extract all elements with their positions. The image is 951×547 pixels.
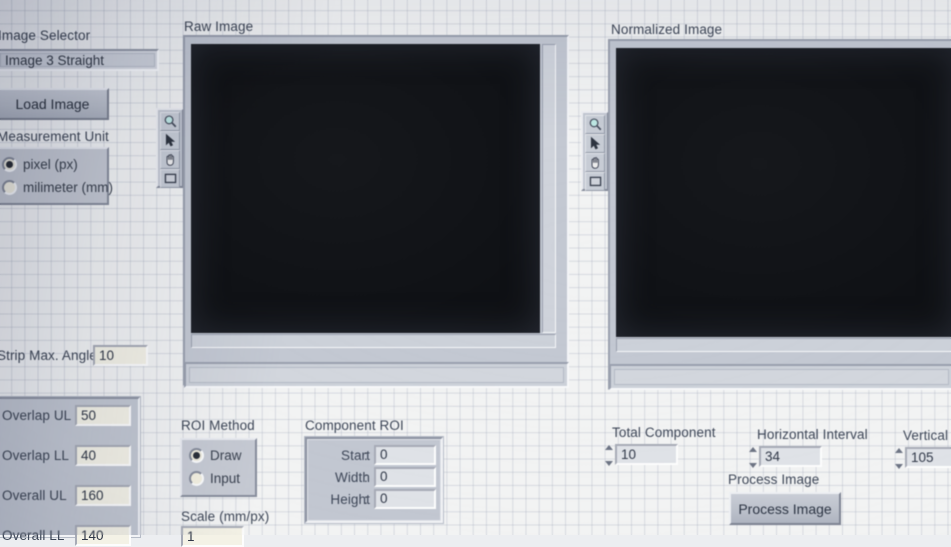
raw-image-label: Raw Image bbox=[184, 19, 254, 34]
load-image-button[interactable]: Load Image bbox=[0, 88, 109, 120]
separator-colon: : bbox=[364, 470, 368, 485]
overall-ll-label: Overall LL bbox=[2, 528, 65, 543]
component-roi-label: Component ROI bbox=[305, 418, 404, 433]
measurement-unit-group: pixel (px) milimeter (mm) bbox=[0, 147, 113, 205]
limits-cluster: Overlap UL 50 Overlap LL 40 Overall UL 1… bbox=[0, 396, 141, 546]
measurement-unit-label: Measurement Unit bbox=[0, 129, 109, 144]
raw-image-canvas[interactable] bbox=[191, 44, 540, 333]
front-panel: Image Selector Image 3 Straight Load Ima… bbox=[0, 0, 951, 547]
component-roi-height-field[interactable]: 0 bbox=[374, 489, 436, 509]
rectangle-roi-icon[interactable] bbox=[160, 169, 180, 188]
normalized-image-pan-scrollbar[interactable] bbox=[609, 364, 951, 390]
cursor-arrow-icon[interactable] bbox=[160, 131, 180, 150]
strip-max-angle-label: Strip Max. Angle bbox=[0, 348, 97, 363]
radio-indicator-on bbox=[189, 448, 204, 463]
vertical-interval-spinner[interactable] bbox=[894, 448, 903, 469]
normalized-image-horizontal-scrollbar[interactable] bbox=[616, 338, 951, 352]
raw-image-vertical-scrollbar[interactable] bbox=[542, 44, 556, 333]
vertical-interval-label: Vertical I bbox=[903, 428, 951, 443]
normalized-image-display[interactable] bbox=[608, 39, 951, 390]
total-component-spinner[interactable] bbox=[604, 445, 613, 466]
horizontal-interval-spinner[interactable] bbox=[748, 447, 757, 468]
overall-ul-field[interactable]: 160 bbox=[75, 485, 131, 506]
scale-label: Scale (mm/px) bbox=[181, 509, 270, 524]
scrollbar-track bbox=[189, 367, 564, 383]
total-component-field[interactable]: 10 bbox=[615, 444, 678, 465]
magnifier-icon[interactable] bbox=[160, 112, 180, 131]
process-image-label: Process Image bbox=[728, 472, 820, 487]
separator-colon: : bbox=[364, 492, 368, 507]
radio-milimeter-mm[interactable]: milimeter (mm) bbox=[2, 180, 113, 195]
component-roi-cluster: Start : 0 Width : 0 Height : 0 bbox=[304, 436, 444, 524]
pan-hand-icon[interactable] bbox=[585, 153, 605, 172]
raw-image-display[interactable] bbox=[183, 35, 569, 386]
normalized-image-canvas[interactable] bbox=[616, 48, 951, 337]
raw-image-pan-scrollbar[interactable] bbox=[184, 362, 569, 388]
horizontal-interval-field[interactable]: 34 bbox=[759, 446, 822, 467]
overlap-ll-label: Overlap LL bbox=[2, 448, 70, 463]
image-selector-label: Image Selector bbox=[0, 28, 91, 43]
raw-image-tool-palette[interactable] bbox=[156, 108, 184, 188]
radio-roi-draw[interactable]: Draw bbox=[189, 448, 242, 463]
roi-method-group: Draw Input bbox=[180, 438, 257, 497]
scale-field[interactable]: 1 bbox=[181, 526, 244, 547]
component-roi-start-field[interactable]: 0 bbox=[374, 445, 436, 465]
radio-label: milimeter (mm) bbox=[23, 180, 113, 195]
image-selector-value: Image 3 Straight bbox=[0, 53, 155, 68]
process-image-button[interactable]: Process Image bbox=[729, 492, 841, 525]
component-roi-height-label: Height bbox=[330, 492, 370, 507]
total-component-label: Total Component bbox=[612, 425, 716, 440]
radio-pixel-px[interactable]: pixel (px) bbox=[2, 157, 78, 172]
image-selector-combo[interactable]: Image 3 Straight bbox=[0, 49, 159, 71]
radio-roi-input[interactable]: Input bbox=[189, 471, 240, 486]
overlap-ul-field[interactable]: 50 bbox=[75, 405, 131, 426]
overlap-ll-field[interactable]: 40 bbox=[75, 445, 131, 466]
rectangle-roi-icon[interactable] bbox=[585, 172, 605, 191]
normalized-image-label: Normalized Image bbox=[611, 22, 723, 37]
component-roi-start-label: Start bbox=[340, 448, 370, 463]
scrollbar-track bbox=[614, 369, 949, 385]
radio-indicator-off bbox=[2, 180, 17, 195]
raw-image-horizontal-scrollbar[interactable] bbox=[191, 334, 556, 348]
vertical-interval-field[interactable]: 105 bbox=[905, 447, 951, 468]
horizontal-interval-label: Horizontal Interval bbox=[757, 427, 868, 442]
roi-method-label: ROI Method bbox=[181, 418, 255, 433]
radio-label: Draw bbox=[210, 448, 242, 463]
normalized-image-tool-palette[interactable] bbox=[581, 111, 609, 191]
radio-label: pixel (px) bbox=[23, 157, 78, 172]
strip-max-angle-field[interactable]: 10 bbox=[93, 345, 148, 366]
overall-ll-field[interactable]: 140 bbox=[75, 525, 131, 546]
overall-ul-label: Overall UL bbox=[2, 488, 67, 503]
component-roi-width-field[interactable]: 0 bbox=[374, 467, 436, 487]
radio-indicator-on bbox=[2, 157, 17, 172]
radio-label: Input bbox=[210, 471, 241, 486]
radio-indicator-off bbox=[189, 471, 204, 486]
separator-colon: : bbox=[364, 448, 368, 463]
component-roi-width-label: Width bbox=[334, 470, 370, 485]
magnifier-icon[interactable] bbox=[585, 115, 605, 134]
pan-hand-icon[interactable] bbox=[160, 150, 180, 169]
overlap-ul-label: Overlap UL bbox=[2, 408, 72, 423]
cursor-arrow-icon[interactable] bbox=[585, 134, 605, 153]
